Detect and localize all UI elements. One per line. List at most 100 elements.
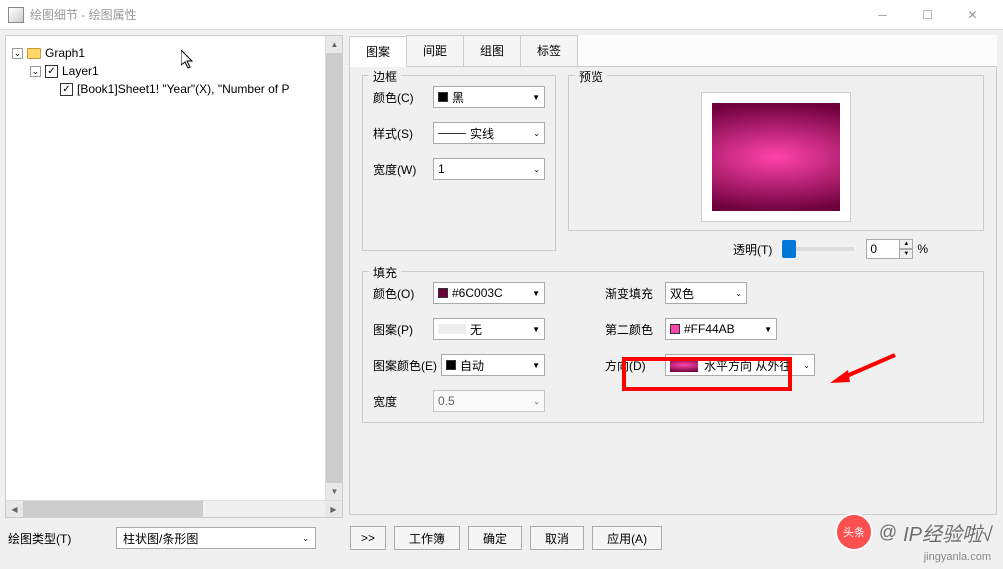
cursor-icon bbox=[181, 50, 197, 75]
tree-label: [Book1]Sheet1! "Year"(X), "Number of P bbox=[77, 82, 289, 96]
chevron-down-icon: ⌄ bbox=[533, 129, 540, 138]
plot-type-combo[interactable]: 柱状图/条形图 ⌄ bbox=[116, 527, 316, 549]
fill-legend: 填充 bbox=[369, 264, 401, 281]
window-title: 绘图细节 - 绘图属性 bbox=[30, 6, 860, 23]
chevron-down-icon: ▼ bbox=[532, 93, 540, 102]
watermark-badge: 头条 bbox=[835, 513, 873, 551]
transparency-spinner[interactable]: 0 bbox=[866, 239, 900, 259]
chevron-down-icon: ▼ bbox=[764, 325, 772, 334]
tab-content-pattern: 边框 颜色(C) 黑 ▼ 样式(S) 实线 bbox=[349, 67, 997, 515]
watermark: 头条 @ IP经验啦√ bbox=[835, 513, 993, 551]
tree-label: Graph1 bbox=[45, 46, 85, 60]
tab-spacing[interactable]: 间距 bbox=[406, 35, 464, 66]
tree-panel: ⌄ Graph1 ⌄ ✓ Layer1 ✓ [Book1]Sheet1! "Ye… bbox=[5, 35, 343, 518]
workbook-button[interactable]: 工作簿 bbox=[394, 526, 460, 550]
gradient-swatch-icon bbox=[670, 358, 698, 372]
transparency-row: 透明(T) 0 ▲ ▼ % bbox=[568, 239, 984, 259]
scroll-thumb[interactable] bbox=[326, 53, 343, 483]
apply-button[interactable]: 应用(A) bbox=[592, 526, 662, 550]
border-style-label: 样式(S) bbox=[373, 125, 433, 142]
transparency-slider[interactable] bbox=[784, 247, 854, 251]
window-buttons: ─ ☐ ✕ bbox=[860, 0, 995, 30]
plot-type-label: 绘图类型(T) bbox=[8, 530, 108, 547]
border-style-combo[interactable]: 实线 ⌄ bbox=[433, 122, 545, 144]
fill-color-combo[interactable]: #6C003C ▼ bbox=[433, 282, 545, 304]
scroll-right-button[interactable]: ▶ bbox=[325, 501, 342, 518]
fill-color-label: 颜色(O) bbox=[373, 285, 433, 302]
scroll-left-button[interactable]: ◀ bbox=[6, 501, 23, 518]
main-content: ⌄ Graph1 ⌄ ✓ Layer1 ✓ [Book1]Sheet1! "Ye… bbox=[0, 30, 1003, 518]
combo-value: #FF44AB bbox=[684, 322, 735, 336]
combo-value: 0.5 bbox=[438, 394, 455, 408]
fill-pattern-color-label: 图案颜色(E) bbox=[373, 357, 441, 374]
titlebar: 绘图细节 - 绘图属性 ─ ☐ ✕ bbox=[0, 0, 1003, 30]
chevron-down-icon: ⌄ bbox=[533, 165, 540, 174]
transparency-label: 透明(T) bbox=[733, 241, 772, 258]
tab-label[interactable]: 标签 bbox=[520, 35, 578, 66]
combo-value: 柱状图/条形图 bbox=[123, 530, 198, 547]
ok-button[interactable]: 确定 bbox=[468, 526, 522, 550]
border-width-combo[interactable]: 1 ⌄ bbox=[433, 158, 545, 180]
object-tree: ⌄ Graph1 ⌄ ✓ Layer1 ✓ [Book1]Sheet1! "Ye… bbox=[6, 36, 342, 106]
maximize-button[interactable]: ☐ bbox=[905, 0, 950, 30]
tab-group[interactable]: 组图 bbox=[463, 35, 521, 66]
percent-label: % bbox=[917, 242, 928, 256]
expander-icon[interactable]: ⌄ bbox=[30, 66, 41, 77]
watermark-text: IP经验啦√ bbox=[903, 518, 993, 547]
folder-icon bbox=[27, 48, 41, 59]
tab-pattern[interactable]: 图案 bbox=[349, 36, 407, 67]
preview-swatch bbox=[712, 103, 840, 211]
second-color-combo[interactable]: #FF44AB ▼ bbox=[665, 318, 777, 340]
preview-fieldset: 预览 bbox=[568, 75, 984, 231]
fill-width-combo[interactable]: 0.5 ⌄ bbox=[433, 390, 545, 412]
combo-value: #6C003C bbox=[452, 286, 503, 300]
checkbox-icon[interactable]: ✓ bbox=[45, 65, 58, 78]
direction-combo[interactable]: 水平方向 从外往 ⌄ bbox=[665, 354, 815, 376]
spinner-value: 0 bbox=[870, 242, 877, 256]
spinner-up-button[interactable]: ▲ bbox=[899, 239, 913, 249]
tree-label: Layer1 bbox=[62, 64, 99, 78]
fill-width-label: 宽度 bbox=[373, 393, 433, 410]
app-icon bbox=[8, 7, 24, 23]
scroll-up-button[interactable]: ▲ bbox=[326, 36, 343, 53]
chevron-down-icon: ⌄ bbox=[533, 397, 540, 406]
fill-pattern-combo[interactable]: 无 ▼ bbox=[433, 318, 545, 340]
border-color-label: 颜色(C) bbox=[373, 89, 433, 106]
chevron-down-icon: ⌄ bbox=[735, 289, 742, 298]
spinner-down-button[interactable]: ▼ bbox=[899, 249, 913, 259]
scroll-thumb[interactable] bbox=[23, 501, 203, 518]
chevron-down-icon: ▼ bbox=[532, 289, 540, 298]
tab-bar: 图案 间距 组图 标签 bbox=[349, 35, 997, 67]
gradient-fill-combo[interactable]: 双色 ⌄ bbox=[665, 282, 747, 304]
combo-value: 自动 bbox=[460, 357, 484, 374]
slider-thumb[interactable] bbox=[782, 240, 796, 258]
fill-fieldset: 填充 颜色(O) #6C003C ▼ 图案(P) bbox=[362, 271, 984, 423]
watermark-sub: jingyanla.com bbox=[924, 551, 991, 563]
close-button[interactable]: ✕ bbox=[950, 0, 995, 30]
combo-value: 水平方向 从外往 bbox=[704, 357, 791, 374]
gradient-fill-label: 渐变填充 bbox=[605, 285, 665, 302]
combo-value: 双色 bbox=[670, 285, 694, 302]
border-fieldset: 边框 颜色(C) 黑 ▼ 样式(S) 实线 bbox=[362, 75, 556, 251]
checkbox-icon[interactable]: ✓ bbox=[60, 83, 73, 96]
tree-node-layer1[interactable]: ⌄ ✓ Layer1 bbox=[12, 62, 336, 80]
minimize-button[interactable]: ─ bbox=[860, 0, 905, 30]
cancel-button[interactable]: 取消 bbox=[530, 526, 584, 550]
vertical-scrollbar[interactable]: ▲ ▼ bbox=[325, 36, 342, 500]
chevron-down-icon: ⌄ bbox=[803, 361, 810, 370]
combo-value: 1 bbox=[438, 162, 445, 176]
preview-legend: 预览 bbox=[575, 68, 607, 85]
watermark-at: @ bbox=[879, 522, 897, 543]
preview-box bbox=[701, 92, 851, 222]
expander-icon[interactable]: ⌄ bbox=[12, 48, 23, 59]
fill-pattern-color-combo[interactable]: 自动 ▼ bbox=[441, 354, 545, 376]
tree-node-graph1[interactable]: ⌄ Graph1 bbox=[12, 44, 336, 62]
properties-panel: 图案 间距 组图 标签 边框 颜色(C) 黑 ▼ bbox=[349, 35, 997, 518]
tree-node-dataset[interactable]: ✓ [Book1]Sheet1! "Year"(X), "Number of P bbox=[12, 80, 336, 98]
horizontal-scrollbar[interactable]: ◀ ▶ bbox=[6, 500, 342, 517]
more-button[interactable]: >> bbox=[350, 526, 386, 550]
border-color-combo[interactable]: 黑 ▼ bbox=[433, 86, 545, 108]
chevron-down-icon: ▼ bbox=[532, 361, 540, 370]
border-legend: 边框 bbox=[369, 68, 401, 85]
scroll-down-button[interactable]: ▼ bbox=[326, 483, 343, 500]
